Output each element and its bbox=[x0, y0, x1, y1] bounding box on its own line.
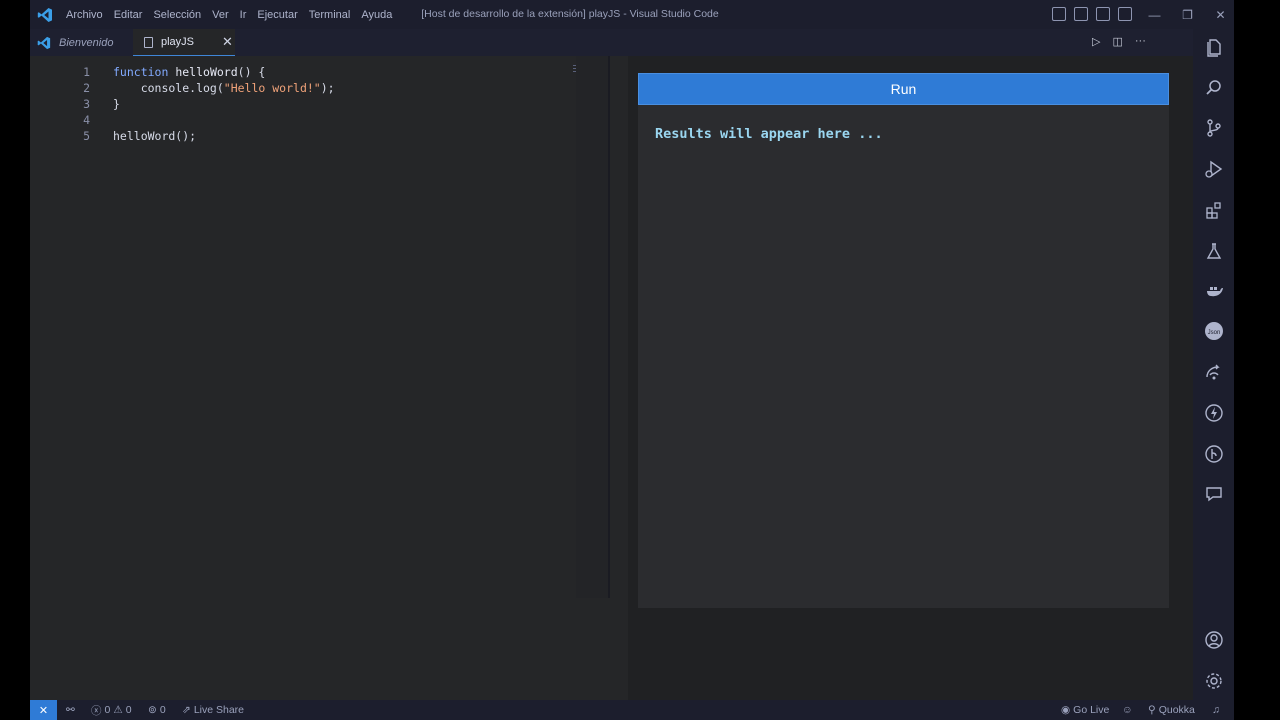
menu-ejecutar[interactable]: Ejecutar bbox=[257, 7, 297, 23]
error-count: 0 bbox=[104, 704, 111, 716]
line-code: function helloWord() { bbox=[113, 64, 265, 80]
customize-layout-icon[interactable] bbox=[1118, 7, 1132, 21]
error-icon: ⓧ bbox=[91, 704, 102, 717]
testing-icon[interactable] bbox=[1204, 241, 1224, 261]
remote-icon[interactable] bbox=[1204, 362, 1224, 382]
line-number: 5 bbox=[83, 129, 90, 143]
plug-icon: ⚯ bbox=[66, 704, 75, 716]
remote-indicator-icon[interactable]: ✕ bbox=[30, 700, 57, 720]
toggle-panel-icon[interactable] bbox=[1074, 7, 1088, 21]
quokka-label: Quokka bbox=[1158, 704, 1195, 716]
split-editor-icon[interactable]: ◫ bbox=[1112, 35, 1122, 48]
editor-scroll-area bbox=[576, 56, 608, 598]
window-controls: — ❐ ✕ bbox=[1138, 0, 1237, 29]
menu-seleccion[interactable]: Selección bbox=[153, 7, 201, 23]
broadcast-icon: ◉ bbox=[1061, 704, 1071, 716]
explorer-icon[interactable] bbox=[1204, 37, 1224, 57]
code-token: "Hello world!" bbox=[223, 81, 321, 95]
code-token: console.log( bbox=[113, 81, 224, 95]
tab-bienvenido[interactable]: Bienvenido bbox=[30, 29, 133, 56]
go-live-label: Go Live bbox=[1073, 704, 1110, 716]
code-token: } bbox=[113, 97, 120, 111]
copilot-status[interactable]: ☺ bbox=[1122, 700, 1133, 720]
restore-icon[interactable]: ❐ bbox=[1171, 0, 1204, 29]
line-number: 3 bbox=[83, 97, 90, 111]
code-editor[interactable]: 1 function helloWord() { 2 console.log("He… bbox=[30, 56, 610, 700]
close-window-icon[interactable]: ✕ bbox=[1204, 0, 1237, 29]
quokka-status[interactable]: ⚲ Quokka bbox=[1148, 700, 1195, 720]
editor-split-sash[interactable] bbox=[608, 56, 610, 598]
run-debug-icon[interactable] bbox=[1204, 159, 1224, 179]
code-token: ); bbox=[320, 81, 335, 95]
copilot-icon: ☺ bbox=[1122, 704, 1133, 716]
status-bar: ✕ ⚯ ⓧ 0 ⚠ 0 ⊚ 0 ⇗ Live Share ◉ Go Live ☺… bbox=[30, 700, 1234, 720]
menu-ver[interactable]: Ver bbox=[212, 7, 229, 23]
problems-status[interactable]: ⓧ 0 ⚠ 0 bbox=[91, 700, 132, 720]
vscode-window: Archivo Editar Selección Ver Ir Ejecutar… bbox=[0, 0, 1280, 720]
thunder-client-icon[interactable] bbox=[1204, 403, 1224, 423]
bell-icon: ♫ bbox=[1212, 704, 1220, 716]
git-graph-icon[interactable] bbox=[1204, 444, 1224, 464]
json-icon[interactable]: Json bbox=[1204, 321, 1224, 341]
svg-text:Json: Json bbox=[1208, 330, 1221, 336]
line-number: 4 bbox=[83, 113, 90, 127]
title-bar: Archivo Editar Selección Ver Ir Ejecutar… bbox=[30, 0, 1234, 29]
editor-actions: ▷ ◫ ··· bbox=[1092, 35, 1146, 48]
settings-gear-icon[interactable] bbox=[1204, 671, 1224, 691]
warning-icon: ⚠ bbox=[113, 704, 123, 716]
search-icon[interactable] bbox=[1204, 78, 1224, 98]
line-code: } bbox=[113, 96, 120, 112]
menu-editar[interactable]: Editar bbox=[114, 7, 143, 23]
menu-terminal[interactable]: Terminal bbox=[309, 7, 351, 23]
close-tab-icon[interactable]: ✕ bbox=[222, 34, 233, 50]
line-code: console.log("Hello world!"); bbox=[113, 80, 335, 96]
ports-status[interactable]: ⊚ 0 bbox=[148, 700, 166, 720]
notifications-status[interactable]: ♫ bbox=[1212, 700, 1220, 720]
extension-host-status[interactable]: ⚯ bbox=[66, 700, 75, 720]
live-share-label: Live Share bbox=[193, 704, 245, 716]
code-token: function bbox=[113, 65, 169, 79]
vscode-tab-icon bbox=[37, 36, 51, 49]
playjs-webview: Run Results will appear here ... bbox=[638, 73, 1169, 608]
line-code: helloWord(); bbox=[113, 128, 196, 144]
line-number: 1 bbox=[83, 65, 90, 79]
vscode-logo-icon bbox=[37, 8, 52, 22]
account-icon[interactable] bbox=[1204, 630, 1224, 650]
line-number: 2 bbox=[83, 81, 90, 95]
ports-count: 0 bbox=[159, 704, 166, 716]
ports-icon: ⊚ bbox=[148, 704, 157, 716]
code-token: helloWord(); bbox=[113, 129, 197, 143]
window-title: [Host de desarrollo de la extensión] pla… bbox=[421, 8, 719, 20]
code-token: () { bbox=[237, 65, 266, 79]
run-button[interactable]: Run bbox=[638, 73, 1169, 105]
code-token: helloWord bbox=[175, 65, 238, 79]
menu-archivo[interactable]: Archivo bbox=[66, 7, 103, 23]
tab-label: Bienvenido bbox=[59, 36, 114, 49]
toggle-secondary-sidebar-icon[interactable] bbox=[1096, 7, 1110, 21]
live-share-status[interactable]: ⇗ Live Share bbox=[182, 700, 244, 720]
file-icon bbox=[144, 36, 153, 48]
results-output: Results will appear here ... bbox=[655, 126, 883, 142]
toggle-primary-sidebar-icon[interactable] bbox=[1052, 7, 1066, 21]
activity-bar: Json bbox=[1193, 29, 1234, 700]
run-file-icon[interactable]: ▷ bbox=[1092, 35, 1100, 48]
more-actions-icon[interactable]: ··· bbox=[1135, 35, 1146, 48]
comments-icon[interactable] bbox=[1204, 484, 1224, 504]
tab-bar: Bienvenido playJS ✕ bbox=[30, 29, 1193, 56]
warning-count: 0 bbox=[125, 704, 132, 716]
go-live-status[interactable]: ◉ Go Live bbox=[1061, 700, 1109, 720]
quokka-icon: ⚲ bbox=[1148, 704, 1156, 716]
live-share-icon: ⇗ bbox=[182, 704, 191, 716]
docker-icon[interactable] bbox=[1204, 281, 1224, 301]
layout-controls bbox=[1052, 7, 1132, 21]
extensions-icon[interactable] bbox=[1204, 200, 1224, 220]
tab-playjs[interactable]: playJS ✕ bbox=[133, 29, 235, 56]
menu-ir[interactable]: Ir bbox=[240, 7, 247, 23]
tab-label: playJS bbox=[161, 36, 195, 48]
minimize-icon[interactable]: — bbox=[1138, 0, 1171, 29]
source-control-icon[interactable] bbox=[1204, 118, 1224, 138]
